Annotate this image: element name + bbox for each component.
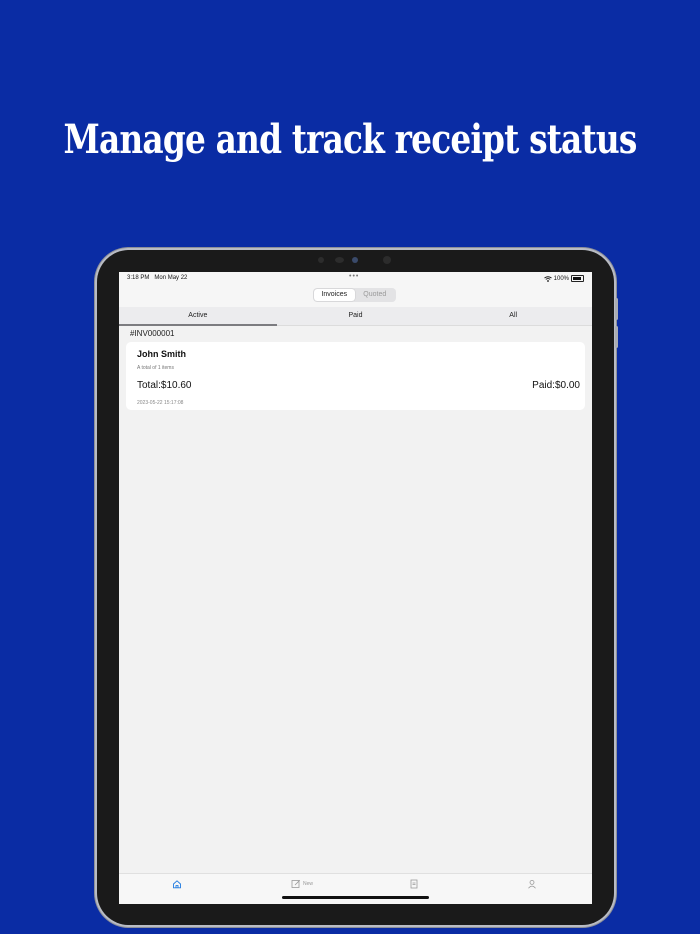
tab-documents[interactable] xyxy=(409,879,419,889)
headline: Manage and track receipt status xyxy=(63,116,637,163)
invoice-card[interactable]: John Smith A total of 1 items Total:$10.… xyxy=(126,342,585,410)
invoice-date: 2023-05-22 15:17:08 xyxy=(137,400,184,406)
tab-new-label: New xyxy=(303,881,314,887)
status-bar: 3:18 PM Mon May 22 ••• 100% xyxy=(119,272,592,285)
segment-invoices[interactable]: Invoices xyxy=(314,289,355,301)
tab-new[interactable]: New xyxy=(291,879,313,889)
status-clock: 3:18 PM xyxy=(127,275,150,281)
battery-percent: 100% xyxy=(553,275,569,282)
compose-icon xyxy=(291,879,301,888)
invoice-paid: Paid:$0.00 xyxy=(532,380,580,391)
item-count: A total of 1 items xyxy=(137,365,174,371)
app-screen: 3:18 PM Mon May 22 ••• 100% Invoices Quo… xyxy=(119,272,592,904)
volume-down-button xyxy=(615,326,618,348)
tab-profile[interactable] xyxy=(527,879,537,889)
tab-paid[interactable]: Paid xyxy=(277,307,435,325)
person-icon xyxy=(528,880,536,889)
invoice-number: #INV000001 xyxy=(130,329,175,338)
sensor-dot xyxy=(318,257,324,263)
wifi-icon xyxy=(543,275,552,282)
tab-active[interactable]: Active xyxy=(119,307,277,326)
document-icon xyxy=(410,879,418,889)
status-tabs: Active Paid All xyxy=(119,307,592,326)
home-icon xyxy=(173,880,181,889)
bottom-tab-bar: New xyxy=(119,873,592,904)
camera-lens xyxy=(352,257,358,263)
customer-name: John Smith xyxy=(137,349,186,359)
invoice-total: Total:$10.60 xyxy=(137,380,192,391)
ipad-frame: 3:18 PM Mon May 22 ••• 100% Invoices Quo… xyxy=(97,250,618,925)
front-camera xyxy=(335,257,344,263)
status-time: 3:18 PM Mon May 22 xyxy=(127,275,187,281)
tab-home[interactable] xyxy=(172,879,182,889)
battery-icon xyxy=(571,275,584,282)
home-indicator[interactable] xyxy=(282,896,429,899)
segmented-control: Invoices Quoted xyxy=(313,288,396,302)
status-right: 100% xyxy=(543,275,584,282)
sensor-dot xyxy=(383,256,391,264)
segment-quoted[interactable]: Quoted xyxy=(355,289,396,301)
volume-up-button xyxy=(615,298,618,320)
tab-all[interactable]: All xyxy=(434,307,592,325)
segment-bar: Invoices Quoted xyxy=(119,285,592,307)
status-date: Mon May 22 xyxy=(154,275,188,281)
multitask-dots-icon[interactable]: ••• xyxy=(349,273,359,280)
